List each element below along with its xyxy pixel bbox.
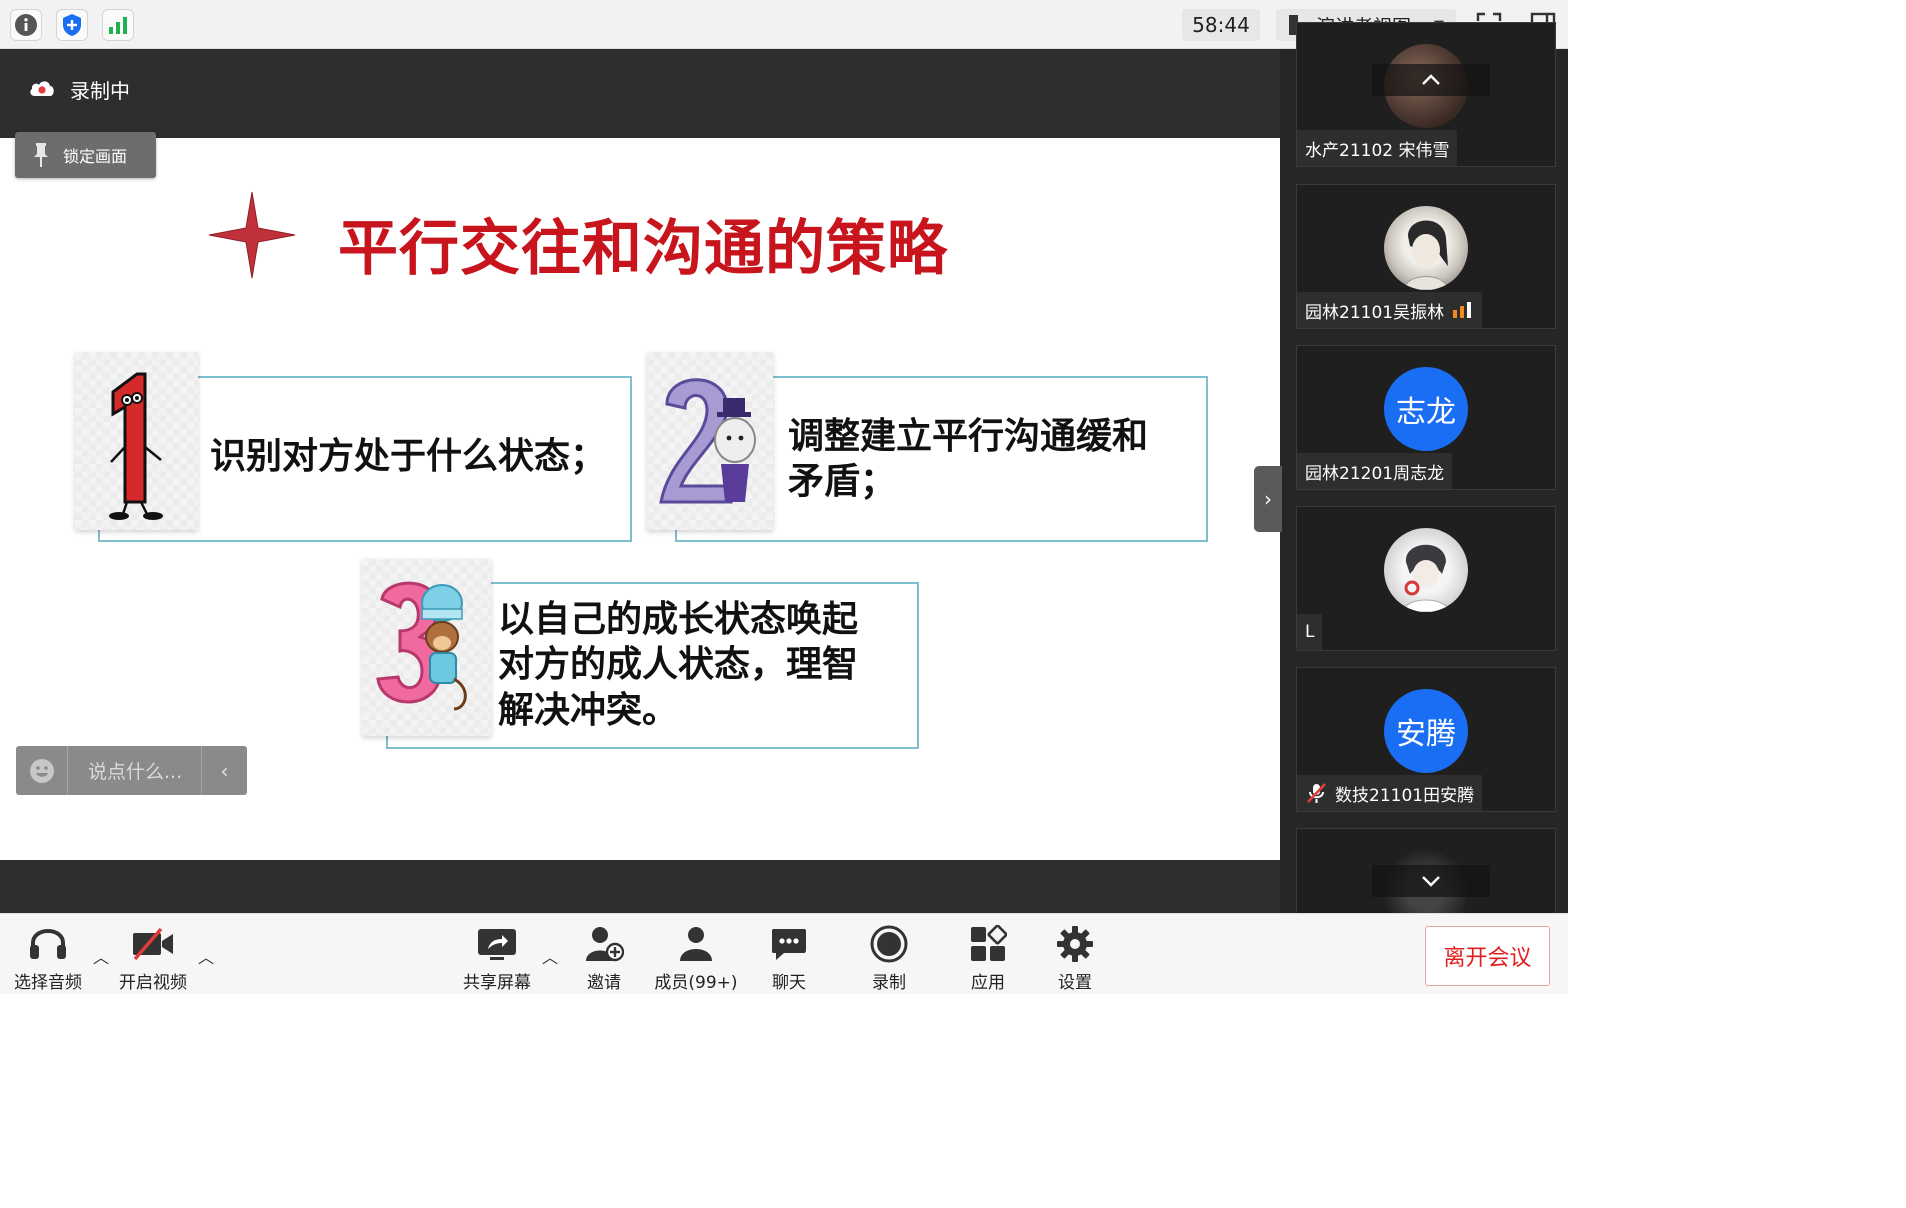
avatar [1384,206,1468,290]
quick-chat-input[interactable]: 说点什么... ‹ [16,746,247,795]
video-options-chevron-icon[interactable]: ︿ [198,944,214,968]
avatar: 志龙 [1384,367,1468,451]
number-two-image [647,352,773,530]
invite-label: 邀请 [587,973,621,993]
mic-muted-icon [1307,783,1326,803]
participant-tile[interactable]: L [1296,506,1556,651]
record-button[interactable]: 录制 [843,924,935,993]
chevron-right-icon: › [1264,487,1272,511]
invite-button[interactable]: 邀请 [558,924,650,993]
strategy-text-2: 调整建立平行沟通缓和 矛盾； [788,414,1148,505]
lock-screen-label: 锁定画面 [63,147,128,166]
chat-label: 聊天 [772,973,806,993]
video-button[interactable]: 开启视频 [107,924,199,993]
participant-name: 水产21102 宋伟雪 [1297,130,1458,166]
avatar [1384,528,1468,612]
avatar: 安腾 [1384,689,1468,773]
share-screen-icon [476,924,518,964]
participant-name: 数技21101田安腾 [1297,775,1483,811]
strategy-text-3-line-3: 解决冲突。 [498,689,679,731]
meeting-window: 58:44 演讲者视图 ▼ 录制中 平行交往和沟通的策略 [0,0,1568,994]
apps-button[interactable]: 应用 [942,924,1034,993]
chevron-down-icon [1422,876,1440,887]
chat-icon [770,924,808,964]
chevron-left-icon[interactable]: ‹ [201,746,247,795]
shield-icon[interactable] [56,9,88,41]
strategy-text-1: 识别对方处于什么状态； [210,436,607,477]
participant-tile[interactable]: 安腾 数技21101田安腾 [1296,667,1556,812]
recording-bar: 录制中 [0,49,1280,138]
slide-title: 平行交往和沟通的策略 [338,214,948,284]
share-screen-label: 共享屏幕 [463,973,531,993]
participant-name: 园林21201周志龙 [1297,453,1453,489]
participant-name: L [1297,614,1323,650]
scroll-up-button[interactable] [1372,64,1490,96]
video-off-icon [131,924,175,964]
number-one-image [75,352,198,530]
participant-name: 园林21101吴振林 [1297,292,1483,328]
cloud-record-icon [28,77,56,103]
info-icon[interactable] [10,9,42,41]
members-button[interactable]: 成员(99+) [650,924,742,993]
record-icon [870,924,908,964]
signal-icon[interactable] [102,9,134,41]
apps-icon [969,924,1007,964]
share-screen-button[interactable]: 共享屏幕 [451,924,543,993]
emoji-icon[interactable] [16,746,68,795]
meeting-toolbar: 选择音频 ︿ 开启视频 ︿ 共享屏幕 ︿ 邀请 成员(99+) 聊天 录制 应用… [0,913,1568,994]
number-three-image [362,559,491,736]
participant-tile[interactable]: 志龙 园林21201周志龙 [1296,345,1556,490]
video-label: 开启视频 [119,973,187,993]
chevron-up-icon [1422,74,1440,85]
members-icon [676,924,716,964]
lock-screen-button[interactable]: 锁定画面 [15,132,156,178]
pin-icon [34,143,48,167]
strategy-text-3-line-2: 对方的成人状态，理智 [498,644,859,686]
audio-level-icon [1453,302,1472,318]
strategy-text-2-line-1: 调整建立平行沟通缓和 [788,416,1149,457]
collapse-panel-button[interactable]: › [1254,466,1282,532]
meeting-timer: 58:44 [1182,9,1260,41]
scroll-down-button[interactable] [1372,865,1490,897]
audio-label: 选择音频 [14,973,82,993]
settings-label: 设置 [1058,973,1092,993]
headset-icon [28,924,68,964]
apps-label: 应用 [971,973,1005,993]
record-label: 录制 [872,973,906,993]
participant-tile[interactable]: 园林21101吴振林 [1296,184,1556,329]
leave-meeting-button[interactable]: 离开会议 [1425,926,1550,986]
star-icon [208,191,296,279]
strategy-text-3: 以自己的成长状态唤起 对方的成人状态，理智 解决冲突。 [498,597,858,733]
share-options-chevron-icon[interactable]: ︿ [542,944,558,968]
members-label: 成员(99+) [654,973,738,993]
stage-bottom-bar [0,860,1280,913]
audio-button[interactable]: 选择音频 [2,924,94,993]
recording-label: 录制中 [70,79,130,103]
chat-placeholder: 说点什么... [88,761,183,783]
strategy-text-3-line-1: 以自己的成长状态唤起 [498,599,859,640]
strategy-text-2-line-2: 矛盾； [788,461,897,503]
settings-button[interactable]: 设置 [1029,924,1121,993]
add-user-icon [584,924,624,964]
chat-button[interactable]: 聊天 [743,924,835,993]
gear-icon [1056,924,1094,964]
